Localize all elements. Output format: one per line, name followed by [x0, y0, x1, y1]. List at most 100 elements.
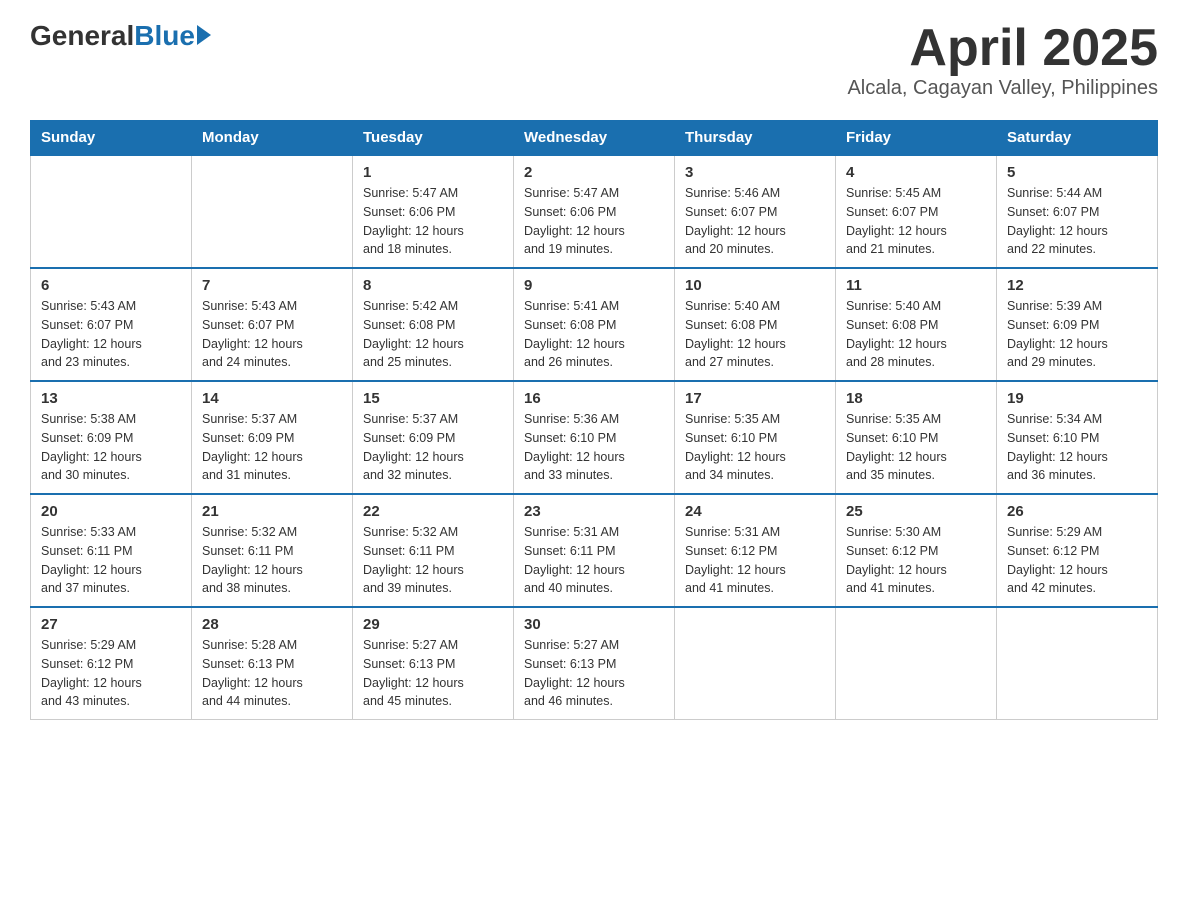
day-number: 13: [41, 390, 181, 407]
calendar-body: 1 Sunrise: 5:47 AMSunset: 6:06 PMDaylight…: [31, 155, 1158, 720]
day-info: Sunrise: 5:45 AMSunset: 6:07 PMDaylight:…: [846, 184, 986, 259]
calendar-week-1: 1 Sunrise: 5:47 AMSunset: 6:06 PMDaylight…: [31, 155, 1158, 268]
day-info: Sunrise: 5:35 AMSunset: 6:10 PMDaylight:…: [846, 410, 986, 485]
calendar-cell: 26Sunrise: 5:29 AMSunset: 6:12 PMDayligh…: [997, 494, 1158, 607]
calendar-cell: [675, 607, 836, 720]
day-number: 15: [363, 390, 503, 407]
day-info: Sunrise: 5:27 AMSunset: 6:13 PMDaylight:…: [363, 636, 503, 711]
day-number: 21: [202, 503, 342, 520]
calendar-cell: 14 Sunrise: 5:37 AMSunset: 6:09 PMDayligh…: [192, 381, 353, 494]
calendar-cell: [192, 155, 353, 268]
calendar-cell: 6Sunrise: 5:43 AMSunset: 6:07 PMDaylight…: [31, 268, 192, 381]
day-number: 27: [41, 616, 181, 633]
day-number: 26: [1007, 503, 1147, 520]
day-info: Sunrise: 5:36 AMSunset: 6:10 PMDaylight:…: [524, 410, 664, 485]
calendar-cell: 1 Sunrise: 5:47 AMSunset: 6:06 PMDaylight…: [353, 155, 514, 268]
day-number: 7: [202, 277, 342, 294]
calendar-cell: 23Sunrise: 5:31 AMSunset: 6:11 PMDayligh…: [514, 494, 675, 607]
calendar-cell: 13Sunrise: 5:38 AMSunset: 6:09 PMDayligh…: [31, 381, 192, 494]
calendar-cell: 5 Sunrise: 5:44 AMSunset: 6:07 PMDaylight…: [997, 155, 1158, 268]
calendar-cell: 12 Sunrise: 5:39 AMSunset: 6:09 PMDayligh…: [997, 268, 1158, 381]
day-info: Sunrise: 5:29 AMSunset: 6:12 PMDaylight:…: [41, 636, 181, 711]
calendar-cell: 30Sunrise: 5:27 AMSunset: 6:13 PMDayligh…: [514, 607, 675, 720]
weekday-header-thursday: Thursday: [675, 121, 836, 156]
logo-general-text: General: [30, 20, 134, 52]
day-number: 1: [363, 164, 503, 181]
weekday-header-sunday: Sunday: [31, 121, 192, 156]
calendar-cell: 22 Sunrise: 5:32 AMSunset: 6:11 PMDayligh…: [353, 494, 514, 607]
day-info: Sunrise: 5:33 AMSunset: 6:11 PMDaylight:…: [41, 523, 181, 598]
weekday-header-wednesday: Wednesday: [514, 121, 675, 156]
calendar-cell: 3 Sunrise: 5:46 AMSunset: 6:07 PMDaylight…: [675, 155, 836, 268]
title-block: April 2025 Alcala, Cagayan Valley, Phili…: [847, 20, 1158, 100]
calendar-cell: 29 Sunrise: 5:27 AMSunset: 6:13 PMDayligh…: [353, 607, 514, 720]
day-info: Sunrise: 5:30 AMSunset: 6:12 PMDaylight:…: [846, 523, 986, 598]
day-info: Sunrise: 5:47 AMSunset: 6:06 PMDaylight:…: [524, 184, 664, 259]
day-number: 4: [846, 164, 986, 181]
calendar-cell: 28Sunrise: 5:28 AMSunset: 6:13 PMDayligh…: [192, 607, 353, 720]
day-number: 2: [524, 164, 664, 181]
day-info: Sunrise: 5:40 AMSunset: 6:08 PMDaylight:…: [685, 297, 825, 372]
calendar-cell: 10Sunrise: 5:40 AMSunset: 6:08 PMDayligh…: [675, 268, 836, 381]
day-info: Sunrise: 5:43 AMSunset: 6:07 PMDaylight:…: [41, 297, 181, 372]
day-number: 25: [846, 503, 986, 520]
day-number: 17: [685, 390, 825, 407]
day-info: Sunrise: 5:42 AMSunset: 6:08 PMDaylight:…: [363, 297, 503, 372]
day-info: Sunrise: 5:44 AMSunset: 6:07 PMDaylight:…: [1007, 184, 1147, 259]
day-info: Sunrise: 5:41 AMSunset: 6:08 PMDaylight:…: [524, 297, 664, 372]
calendar-cell: 2 Sunrise: 5:47 AMSunset: 6:06 PMDaylight…: [514, 155, 675, 268]
day-info: Sunrise: 5:46 AMSunset: 6:07 PMDaylight:…: [685, 184, 825, 259]
day-number: 12: [1007, 277, 1147, 294]
weekday-header-saturday: Saturday: [997, 121, 1158, 156]
day-number: 28: [202, 616, 342, 633]
day-info: Sunrise: 5:32 AMSunset: 6:11 PMDaylight:…: [363, 523, 503, 598]
day-number: 3: [685, 164, 825, 181]
day-info: Sunrise: 5:39 AMSunset: 6:09 PMDaylight:…: [1007, 297, 1147, 372]
day-info: Sunrise: 5:47 AMSunset: 6:06 PMDaylight:…: [363, 184, 503, 259]
calendar-week-3: 13Sunrise: 5:38 AMSunset: 6:09 PMDayligh…: [31, 381, 1158, 494]
calendar-cell: 21 Sunrise: 5:32 AMSunset: 6:11 PMDayligh…: [192, 494, 353, 607]
calendar-cell: 18 Sunrise: 5:35 AMSunset: 6:10 PMDayligh…: [836, 381, 997, 494]
calendar-cell: 19Sunrise: 5:34 AMSunset: 6:10 PMDayligh…: [997, 381, 1158, 494]
calendar-header: SundayMondayTuesdayWednesdayThursdayFrid…: [31, 121, 1158, 156]
day-info: Sunrise: 5:35 AMSunset: 6:10 PMDaylight:…: [685, 410, 825, 485]
day-number: 16: [524, 390, 664, 407]
day-info: Sunrise: 5:31 AMSunset: 6:12 PMDaylight:…: [685, 523, 825, 598]
page-header: General Blue April 2025 Alcala, Cagayan …: [30, 20, 1158, 100]
day-number: 29: [363, 616, 503, 633]
calendar-cell: 25 Sunrise: 5:30 AMSunset: 6:12 PMDayligh…: [836, 494, 997, 607]
day-info: Sunrise: 5:43 AMSunset: 6:07 PMDaylight:…: [202, 297, 342, 372]
logo-blue-text: Blue: [134, 20, 195, 52]
calendar-week-4: 20Sunrise: 5:33 AMSunset: 6:11 PMDayligh…: [31, 494, 1158, 607]
logo-arrow-icon: [197, 25, 211, 45]
calendar-subtitle: Alcala, Cagayan Valley, Philippines: [847, 77, 1158, 100]
day-number: 19: [1007, 390, 1147, 407]
day-info: Sunrise: 5:31 AMSunset: 6:11 PMDaylight:…: [524, 523, 664, 598]
calendar-cell: 15Sunrise: 5:37 AMSunset: 6:09 PMDayligh…: [353, 381, 514, 494]
calendar-cell: [997, 607, 1158, 720]
calendar-cell: [31, 155, 192, 268]
calendar-cell: 17 Sunrise: 5:35 AMSunset: 6:10 PMDayligh…: [675, 381, 836, 494]
calendar-table: SundayMondayTuesdayWednesdayThursdayFrid…: [30, 120, 1158, 720]
day-info: Sunrise: 5:32 AMSunset: 6:11 PMDaylight:…: [202, 523, 342, 598]
logo: General Blue: [30, 20, 211, 52]
day-info: Sunrise: 5:40 AMSunset: 6:08 PMDaylight:…: [846, 297, 986, 372]
weekday-header-tuesday: Tuesday: [353, 121, 514, 156]
weekday-header-row: SundayMondayTuesdayWednesdayThursdayFrid…: [31, 121, 1158, 156]
calendar-cell: 4 Sunrise: 5:45 AMSunset: 6:07 PMDaylight…: [836, 155, 997, 268]
weekday-header-monday: Monday: [192, 121, 353, 156]
day-number: 14: [202, 390, 342, 407]
day-number: 11: [846, 277, 986, 294]
day-info: Sunrise: 5:27 AMSunset: 6:13 PMDaylight:…: [524, 636, 664, 711]
day-number: 18: [846, 390, 986, 407]
day-info: Sunrise: 5:37 AMSunset: 6:09 PMDaylight:…: [202, 410, 342, 485]
calendar-cell: 7 Sunrise: 5:43 AMSunset: 6:07 PMDaylight…: [192, 268, 353, 381]
calendar-cell: [836, 607, 997, 720]
day-number: 24: [685, 503, 825, 520]
calendar-cell: 9Sunrise: 5:41 AMSunset: 6:08 PMDaylight…: [514, 268, 675, 381]
calendar-title: April 2025: [847, 20, 1158, 77]
day-number: 5: [1007, 164, 1147, 181]
day-number: 22: [363, 503, 503, 520]
calendar-cell: 16 Sunrise: 5:36 AMSunset: 6:10 PMDayligh…: [514, 381, 675, 494]
calendar-cell: 27 Sunrise: 5:29 AMSunset: 6:12 PMDayligh…: [31, 607, 192, 720]
